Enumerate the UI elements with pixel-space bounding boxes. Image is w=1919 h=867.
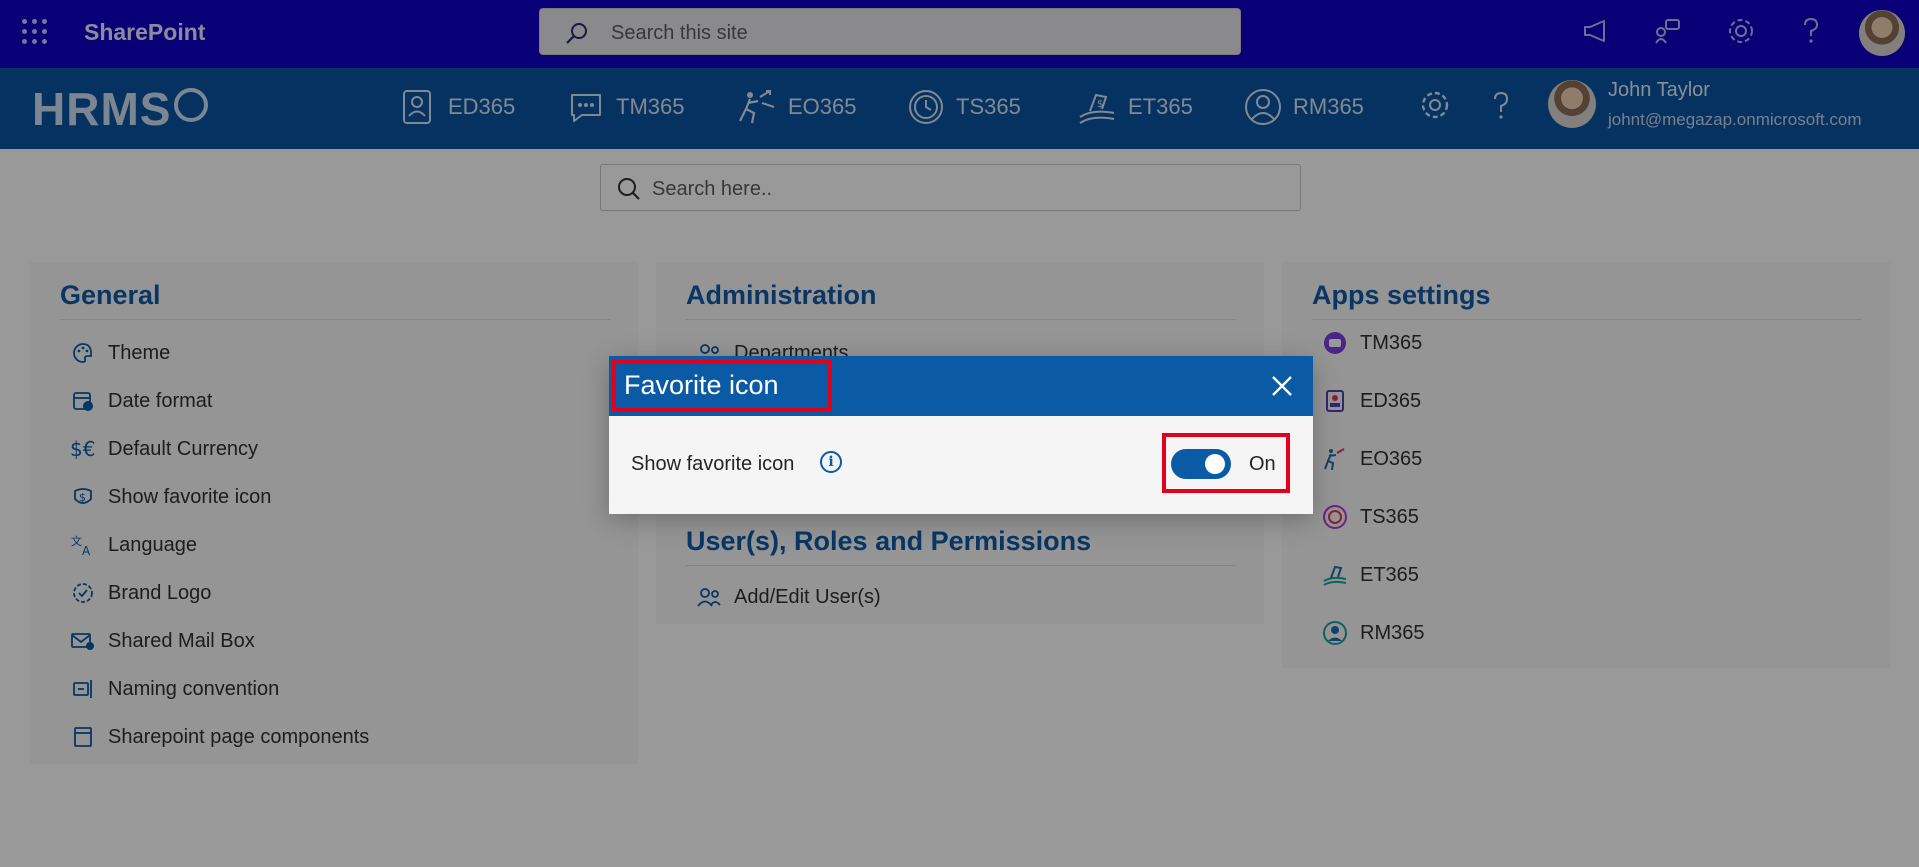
toggle-knob — [1205, 454, 1225, 474]
favorite-icon-dialog: Favorite icon Show favorite icon i On — [609, 356, 1313, 514]
info-icon[interactable]: i — [820, 451, 842, 473]
dialog-body: Show favorite icon i On — [609, 416, 1313, 514]
dialog-header: Favorite icon — [609, 356, 1313, 416]
close-icon[interactable] — [1266, 370, 1298, 402]
show-favorite-icon-toggle[interactable] — [1171, 449, 1231, 479]
show-favorite-icon-label: Show favorite icon — [631, 453, 795, 475]
title-highlight-box — [612, 360, 832, 412]
toggle-state-label: On — [1249, 453, 1276, 475]
